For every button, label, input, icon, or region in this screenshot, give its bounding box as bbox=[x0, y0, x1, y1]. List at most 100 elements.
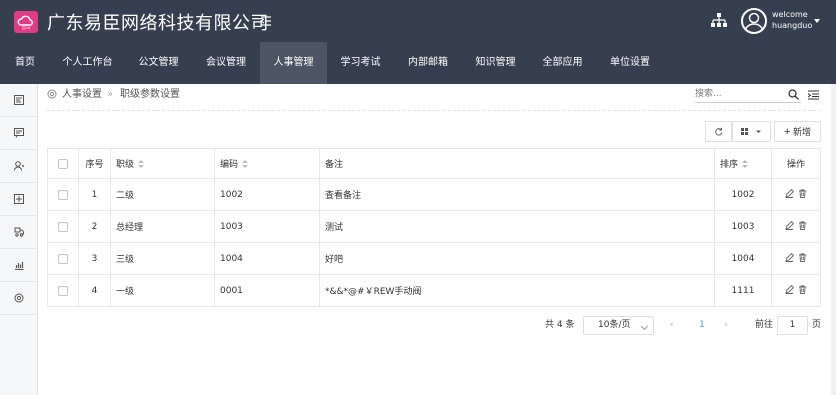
avatar[interactable] bbox=[741, 8, 767, 34]
col-note: 备注 bbox=[320, 149, 715, 178]
sidebar-item-add[interactable] bbox=[0, 183, 38, 216]
cell-code: 1004 bbox=[215, 243, 320, 274]
username: huangduo bbox=[772, 21, 813, 30]
cell-code: 0001 bbox=[215, 275, 320, 306]
delete-icon[interactable] bbox=[798, 253, 807, 265]
sort-icon[interactable] bbox=[242, 159, 249, 168]
row-actions bbox=[772, 275, 821, 306]
sidebar-item-user[interactable] bbox=[0, 150, 38, 183]
cell-index: 3 bbox=[79, 243, 111, 274]
cell-note: 好吧 bbox=[320, 243, 715, 274]
goto-label: 前往 bbox=[755, 320, 774, 330]
scrollbar[interactable] bbox=[831, 84, 836, 395]
nav-item-home[interactable]: 首页 bbox=[0, 42, 50, 84]
search-input[interactable] bbox=[695, 87, 775, 101]
select-all-checkbox[interactable] bbox=[58, 158, 68, 169]
welcome-text: welcome bbox=[772, 10, 808, 19]
col-sort-label: 排序 bbox=[720, 160, 739, 170]
cell-sort: 1111 bbox=[715, 275, 772, 306]
table-row[interactable]: 3 三级 1004 好吧 1004 bbox=[48, 243, 821, 275]
row-checkbox[interactable] bbox=[58, 253, 68, 264]
table-row[interactable]: 1 二级 1002 查看备注 1002 bbox=[48, 179, 821, 211]
collapse-menu-icon[interactable] bbox=[259, 14, 273, 28]
table-body: 1 二级 1002 查看备注 1002 2 总经理 1003 测试 1003 3 三级 1004 好吧 10… bbox=[48, 179, 821, 307]
cell-code: 1003 bbox=[215, 211, 320, 242]
row-select-cell bbox=[48, 275, 79, 306]
app-header: 云OA 广东易臣网络科技有限公司 welcome huangduo bbox=[0, 0, 836, 42]
col-rank-label: 职级 bbox=[116, 160, 135, 170]
page-unit-label: 页 bbox=[812, 320, 822, 330]
col-code[interactable]: 编码 bbox=[215, 149, 320, 178]
breadcrumb-current: 职级参数设置 bbox=[120, 89, 180, 100]
row-actions bbox=[772, 243, 821, 274]
sidebar-item-message[interactable] bbox=[0, 117, 38, 150]
cell-rank: 二级 bbox=[111, 179, 215, 210]
nav-item-documents[interactable]: 公文管理 bbox=[125, 42, 192, 84]
page-number-current[interactable]: 1 bbox=[699, 316, 705, 334]
cell-rank: 一级 bbox=[111, 275, 215, 306]
cell-code: 1002 bbox=[215, 179, 320, 210]
form-icon bbox=[14, 95, 24, 105]
add-button[interactable]: + 新增 bbox=[774, 121, 821, 142]
sidebar-item-chart[interactable] bbox=[0, 249, 38, 282]
nav-item-mail[interactable]: 内部邮箱 bbox=[394, 42, 462, 84]
edit-icon[interactable] bbox=[785, 284, 795, 297]
delete-icon[interactable] bbox=[798, 189, 807, 201]
cell-sort: 1003 bbox=[715, 211, 772, 242]
org-chart-icon[interactable] bbox=[710, 12, 728, 31]
col-action: 操作 bbox=[772, 149, 821, 178]
row-checkbox[interactable] bbox=[58, 285, 68, 296]
table-header: 序号 职级 编码 备注 排序 操作 bbox=[48, 149, 821, 179]
prev-page-icon[interactable]: ‹ bbox=[670, 316, 674, 334]
nav-item-unit-settings[interactable]: 单位设置 bbox=[596, 42, 664, 84]
caret-down-icon[interactable] bbox=[814, 19, 820, 23]
sidebar-item-settings[interactable] bbox=[0, 282, 38, 315]
cell-rank: 三级 bbox=[111, 243, 215, 274]
delete-icon[interactable] bbox=[798, 221, 807, 233]
nav-item-workbench[interactable]: 个人工作台 bbox=[50, 42, 125, 84]
col-rank[interactable]: 职级 bbox=[111, 149, 215, 178]
row-checkbox[interactable] bbox=[58, 189, 68, 200]
nav-item-hr[interactable]: 人事管理 bbox=[260, 42, 327, 84]
breadcrumb-parent[interactable]: 人事设置 bbox=[62, 89, 102, 101]
columns-button[interactable] bbox=[732, 121, 771, 142]
nav-item-meetings[interactable]: 会议管理 bbox=[192, 42, 260, 84]
brand-title: 广东易臣网络科技有限公司 bbox=[47, 13, 269, 34]
nav-item-knowledge[interactable]: 知识管理 bbox=[462, 42, 529, 84]
goto-page-input[interactable]: 1 bbox=[777, 316, 808, 335]
delete-icon[interactable] bbox=[798, 285, 807, 297]
edit-icon[interactable] bbox=[785, 252, 795, 265]
refresh-icon bbox=[715, 127, 723, 136]
table-row[interactable]: 2 总经理 1003 测试 1003 bbox=[48, 211, 821, 243]
user-icon bbox=[14, 161, 24, 171]
next-page-icon[interactable]: › bbox=[724, 316, 728, 334]
row-checkbox[interactable] bbox=[58, 221, 68, 232]
plus-box-icon bbox=[14, 194, 24, 204]
logo-mark-text: 云OA bbox=[22, 26, 31, 30]
row-actions bbox=[772, 211, 821, 242]
divider bbox=[47, 110, 821, 111]
col-index: 序号 bbox=[79, 149, 111, 178]
table-row[interactable]: 4 一级 0001 *&&*@#￥REW手动阀 1111 bbox=[48, 275, 821, 307]
page-size-select[interactable]: 10条/页 bbox=[583, 316, 654, 335]
cell-note: 测试 bbox=[320, 211, 715, 242]
sort-icon[interactable] bbox=[742, 159, 749, 168]
cell-index: 1 bbox=[79, 179, 111, 210]
breadcrumb-separator-icon: » bbox=[107, 89, 114, 100]
refresh-button[interactable] bbox=[705, 121, 732, 142]
sort-icon[interactable] bbox=[138, 159, 145, 168]
edit-icon[interactable] bbox=[785, 220, 795, 233]
nav-item-all-apps[interactable]: 全部应用 bbox=[529, 42, 596, 84]
logo-icon: 云OA bbox=[14, 11, 38, 33]
sidebar-item-car[interactable] bbox=[0, 216, 38, 249]
sidebar-item-form[interactable] bbox=[0, 84, 38, 117]
search-box bbox=[695, 87, 801, 103]
list-menu-icon[interactable] bbox=[807, 90, 819, 103]
nav-item-learning[interactable]: 学习考试 bbox=[327, 42, 394, 84]
add-button-label: 新增 bbox=[792, 127, 811, 137]
edit-icon[interactable] bbox=[785, 188, 795, 201]
cell-index: 2 bbox=[79, 211, 111, 242]
user-info[interactable]: welcome huangduo bbox=[772, 9, 812, 31]
search-icon[interactable] bbox=[788, 89, 799, 103]
col-sort[interactable]: 排序 bbox=[715, 149, 772, 178]
